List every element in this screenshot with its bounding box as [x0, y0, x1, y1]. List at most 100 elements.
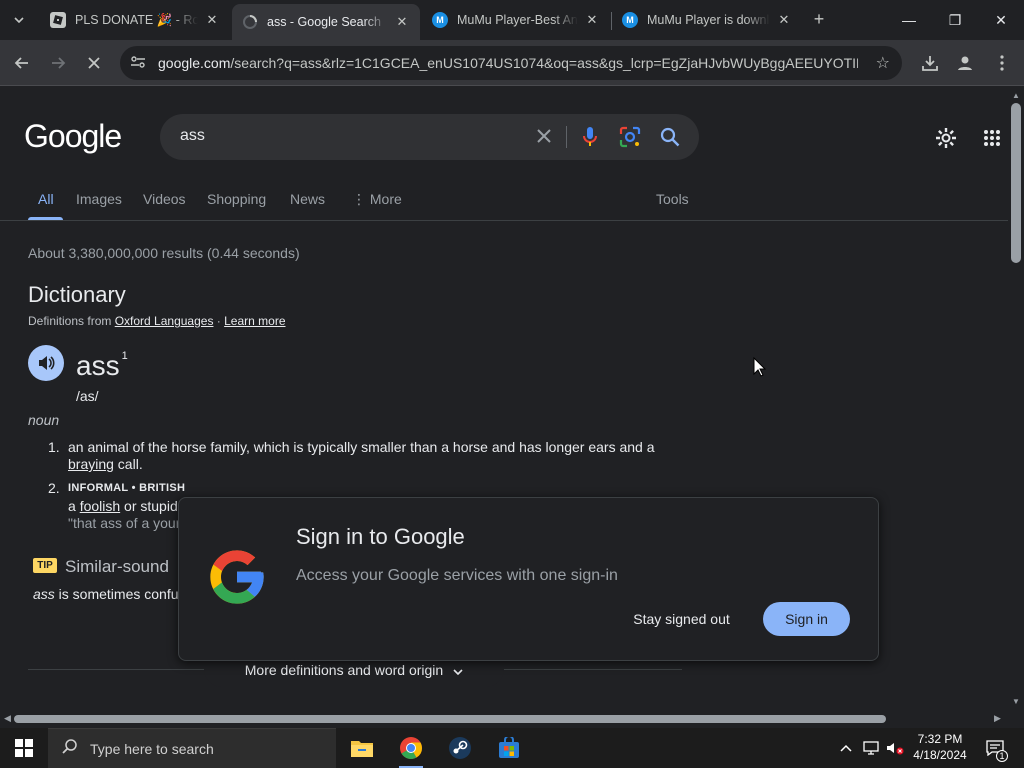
search-box[interactable]: ass — [160, 114, 699, 160]
scroll-left-icon[interactable]: ◀ — [4, 713, 11, 724]
tab-title: ass - Google Search — [267, 15, 381, 29]
tab-shopping[interactable]: Shopping — [207, 191, 266, 207]
address-bar[interactable]: google.com/search?q=ass&rlz=1C1GCEA_enUS… — [120, 46, 902, 80]
tab-images[interactable]: Images — [76, 191, 122, 207]
search-tabs: All Images Videos Shopping News ⋮ More T… — [0, 183, 1008, 221]
settings-gear-icon[interactable] — [933, 125, 959, 151]
result-stats: About 3,380,000,000 results (0.44 second… — [28, 245, 300, 261]
definition-1: 1. an animal of the horse family, which … — [48, 439, 668, 473]
tab-mumu-player[interactable]: M MuMu Player-Best Android Emulator ✕ — [422, 4, 610, 36]
taskbar-search-box[interactable]: Type here to search — [48, 728, 336, 768]
roblox-icon — [50, 12, 66, 28]
bookmark-star-icon[interactable]: ☆ — [876, 53, 890, 73]
tab-search-icon[interactable] — [6, 8, 32, 32]
pronunciation-speaker-icon[interactable] — [28, 345, 64, 381]
scrollbar-thumb[interactable] — [1011, 103, 1021, 263]
tip-body: ass is sometimes confu — [33, 586, 179, 602]
tab-title: PLS DONATE 🎉 - Roblox — [75, 12, 198, 27]
part-of-speech: noun — [28, 412, 60, 428]
minimize-button[interactable]: — — [886, 0, 932, 40]
definition-2-article: a — [68, 498, 80, 514]
new-tab-button[interactable]: + — [808, 8, 830, 30]
tab-videos[interactable]: Videos — [143, 191, 186, 207]
tab-all[interactable]: All — [38, 191, 54, 207]
google-logo[interactable]: Google — [24, 118, 122, 155]
tab-more-label: More — [369, 191, 402, 207]
learn-more-link[interactable]: Learn more — [224, 314, 285, 328]
tab-close-icon[interactable]: ✕ — [584, 12, 600, 28]
system-clock[interactable]: 7:32 PM 4/18/2024 — [900, 731, 980, 763]
tab-title: MuMu Player-Best Android Emulator — [457, 13, 578, 27]
oxford-languages-link[interactable]: Oxford Languages — [115, 314, 214, 328]
file-explorer-icon[interactable] — [338, 728, 386, 768]
definition-text: an animal of the horse family, which is … — [68, 439, 668, 473]
tools-button[interactable]: Tools — [656, 191, 689, 207]
stay-signed-out-button[interactable]: Stay signed out — [619, 603, 744, 635]
windows-start-icon[interactable] — [0, 728, 48, 768]
google-g-icon — [210, 550, 264, 604]
definition-1-end: call. — [113, 456, 143, 472]
notifications-icon[interactable]: 1 — [980, 728, 1010, 768]
menu-kebab-icon[interactable] — [988, 49, 1016, 77]
google-apps-grid-icon[interactable] — [979, 125, 1005, 151]
sign-in-button[interactable]: Sign in — [763, 602, 850, 636]
tab-google-search[interactable]: ass - Google Search ✕ — [232, 4, 420, 40]
forward-button[interactable] — [44, 49, 72, 77]
scroll-right-icon[interactable]: ▶ — [994, 713, 1001, 724]
site-info-icon[interactable] — [130, 55, 150, 72]
horizontal-scrollbar[interactable]: ◀ ▶ — [0, 712, 1008, 726]
tip-badge: TIP — [33, 558, 57, 573]
definition-1-text: an animal of the horse family, which is … — [68, 439, 655, 455]
microsoft-store-icon[interactable] — [485, 728, 533, 768]
more-definitions-label: More definitions and word origin — [244, 662, 444, 678]
tray-chevron-up-icon[interactable] — [836, 728, 856, 768]
tab-close-icon[interactable]: ✕ — [204, 12, 220, 28]
google-lens-icon[interactable] — [618, 125, 642, 149]
tab-close-icon[interactable]: ✕ — [394, 14, 410, 30]
braying-link[interactable]: braying — [68, 456, 114, 472]
chrome-icon[interactable] — [387, 728, 435, 768]
stop-loading-button[interactable] — [80, 49, 108, 77]
scroll-down-icon[interactable]: ▼ — [1011, 697, 1021, 706]
clear-search-icon[interactable] — [532, 124, 556, 148]
sign-in-description: Access your Google services with one sig… — [296, 567, 618, 584]
mumu-icon: M — [432, 12, 448, 28]
definition-number: 1. — [48, 439, 60, 455]
restore-button[interactable]: ❐ — [932, 0, 978, 40]
tab-pls-donate[interactable]: PLS DONATE 🎉 - Roblox ✕ — [40, 4, 230, 36]
definition-2-rest: or stupid — [120, 498, 178, 514]
sign-in-title: Sign in to Google — [296, 524, 465, 549]
dictionary-source: Definitions from Oxford Languages · Lear… — [28, 314, 286, 328]
profile-icon[interactable] — [951, 49, 979, 77]
tab-more[interactable]: ⋮ More — [352, 191, 402, 208]
network-icon[interactable] — [860, 728, 882, 768]
back-button[interactable] — [8, 49, 36, 77]
loading-icon — [242, 14, 258, 30]
usage-tag: INFORMAL • BRITISH — [68, 482, 186, 494]
tab-title: MuMu Player is downloading — [647, 13, 770, 27]
clock-time: 7:32 PM — [917, 732, 963, 746]
tab-close-icon[interactable]: ✕ — [776, 12, 792, 28]
tip-title: Similar-sound — [65, 557, 169, 576]
definition-number: 2. — [48, 480, 60, 496]
source-prefix: Definitions from — [28, 314, 115, 328]
notification-count: 1 — [996, 750, 1008, 762]
tip-body-rest: is sometimes confu — [54, 586, 179, 602]
windows-taskbar: Type here to search 7:32 PM 4/18/2024 1 — [0, 728, 1024, 768]
close-window-button[interactable]: ✕ — [978, 0, 1024, 40]
microphone-icon[interactable] — [578, 125, 602, 149]
scrollbar-thumb[interactable] — [14, 715, 886, 723]
vertical-scrollbar[interactable]: ▲ ▼ — [1008, 87, 1024, 712]
search-icon — [62, 738, 78, 759]
search-icon[interactable] — [658, 125, 682, 149]
scroll-up-icon[interactable]: ▲ — [1011, 91, 1021, 100]
active-tab-indicator — [28, 217, 63, 220]
steam-icon[interactable] — [436, 728, 484, 768]
downloads-icon[interactable] — [916, 49, 944, 77]
foolish-link[interactable]: foolish — [80, 498, 120, 514]
chevron-down-icon — [453, 662, 463, 678]
tab-mumu-download[interactable]: M MuMu Player is downloading ✕ — [612, 4, 802, 36]
search-input[interactable]: ass — [180, 127, 205, 145]
tab-news[interactable]: News — [290, 191, 325, 207]
mumu-icon: M — [622, 12, 638, 28]
